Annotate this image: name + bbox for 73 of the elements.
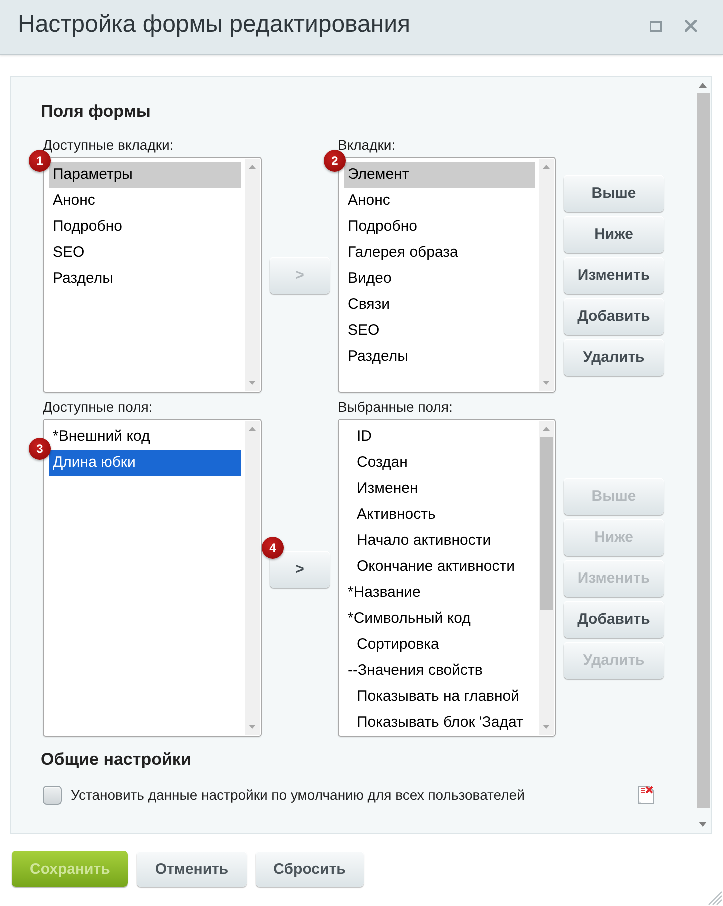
list-item[interactable]: Связи <box>344 292 535 318</box>
listbox[interactable]: ID Создан Изменен Активность Начало активности Окончание активности *Название *Символьный код Сортировка --Значения свойств Показывать на главной Показывать блок 'Задат <box>338 419 556 737</box>
list-item[interactable]: Подробно <box>344 214 535 240</box>
list-item[interactable]: Сортировка <box>344 632 535 658</box>
list-item[interactable]: Разделы <box>344 344 535 370</box>
list-item[interactable]: Активность <box>344 502 535 528</box>
list-item[interactable]: SEO <box>49 240 241 266</box>
move-button[interactable]: > <box>270 550 330 588</box>
list-item[interactable]: Разделы <box>49 266 241 292</box>
list-item[interactable]: Длина юбки <box>49 450 241 476</box>
scrollbar[interactable] <box>539 159 554 391</box>
number-badge: 2 <box>324 150 346 172</box>
list-item[interactable]: Изменен <box>344 476 535 502</box>
list-item[interactable]: *Внешний код <box>49 424 241 450</box>
list-item[interactable]: Показывать на главной <box>344 684 535 710</box>
list-item[interactable]: Галерея образа <box>344 240 535 266</box>
list-label: Доступные поля: <box>43 399 153 415</box>
section-heading: Общие настройки <box>41 749 192 771</box>
list-item[interactable]: Элемент <box>344 162 535 188</box>
scroll-up-icon[interactable] <box>249 165 256 169</box>
number-badge: 4 <box>262 536 284 558</box>
list-label: Доступные вкладки: <box>43 137 174 153</box>
scrollbar-thumb[interactable] <box>696 93 710 808</box>
checkbox-label: Установить данные настройки по умолчанию для всех пользователей <box>71 787 525 803</box>
list-item[interactable]: Показывать блок 'Задат <box>344 710 535 736</box>
scroll-up-icon[interactable] <box>249 427 256 431</box>
list-label: Вкладки: <box>338 137 396 153</box>
list-item[interactable]: Анонс <box>49 188 241 214</box>
list-item[interactable]: --Значения свойств <box>344 658 535 684</box>
scrollbar[interactable] <box>245 421 260 735</box>
action-button[interactable]: Добавить <box>564 298 664 334</box>
list-item[interactable]: Анонс <box>344 188 535 214</box>
scrollbar-thumb[interactable] <box>540 437 553 610</box>
action-button[interactable]: Ниже <box>564 216 664 252</box>
scrollbar[interactable] <box>245 159 260 391</box>
action-button[interactable]: Изменить <box>564 256 664 294</box>
list-item[interactable]: Подробно <box>49 214 241 240</box>
list-item[interactable]: Видео <box>344 266 535 292</box>
resize-grip-icon[interactable] <box>708 891 722 905</box>
listbox[interactable]: Параметры Анонс Подробно SEO Разделы <box>43 157 262 393</box>
list-item[interactable]: Начало активности <box>344 528 535 554</box>
action-button[interactable]: Удалить <box>564 338 664 376</box>
list-item[interactable]: SEO <box>344 318 535 344</box>
list-item[interactable]: *Название <box>344 580 535 606</box>
footer-button[interactable]: Сбросить <box>256 851 364 887</box>
list-item[interactable]: ID <box>344 424 535 450</box>
scrollbar[interactable] <box>539 421 554 735</box>
scroll-up-icon[interactable] <box>543 165 550 169</box>
scroll-down-icon[interactable] <box>249 725 256 729</box>
list-item[interactable]: Параметры <box>49 162 241 188</box>
action-button[interactable]: Добавить <box>564 600 664 638</box>
maximize-icon[interactable] <box>650 20 662 32</box>
footer-button[interactable]: Отменить <box>137 851 247 887</box>
list-item[interactable]: *Символьный код <box>344 606 535 632</box>
scroll-up-icon[interactable] <box>699 83 707 88</box>
action-button[interactable]: Выше <box>564 174 664 212</box>
window-title: Настройка формы редактирования <box>18 10 411 40</box>
list-item[interactable]: Создан <box>344 450 535 476</box>
scroll-down-icon[interactable] <box>249 381 256 385</box>
number-badge: 1 <box>29 150 51 172</box>
checkbox[interactable] <box>43 786 62 804</box>
number-badge: 3 <box>29 438 51 460</box>
close-icon[interactable] <box>685 20 697 32</box>
list-label: Выбранные поля: <box>338 399 453 415</box>
listbox[interactable]: Элемент Анонс Подробно Галерея образа Видео Связи SEO Разделы <box>338 157 556 393</box>
document-cross-icon[interactable] <box>637 785 655 805</box>
scroll-down-icon[interactable] <box>699 822 707 827</box>
listbox[interactable]: *Внешний код Длина юбки <box>43 419 262 737</box>
scroll-down-icon[interactable] <box>543 381 550 385</box>
list-item[interactable]: Окончание активности <box>344 554 535 580</box>
section-heading: Поля формы <box>41 101 151 123</box>
scroll-up-icon[interactable] <box>543 427 550 431</box>
scroll-down-icon[interactable] <box>543 725 550 729</box>
